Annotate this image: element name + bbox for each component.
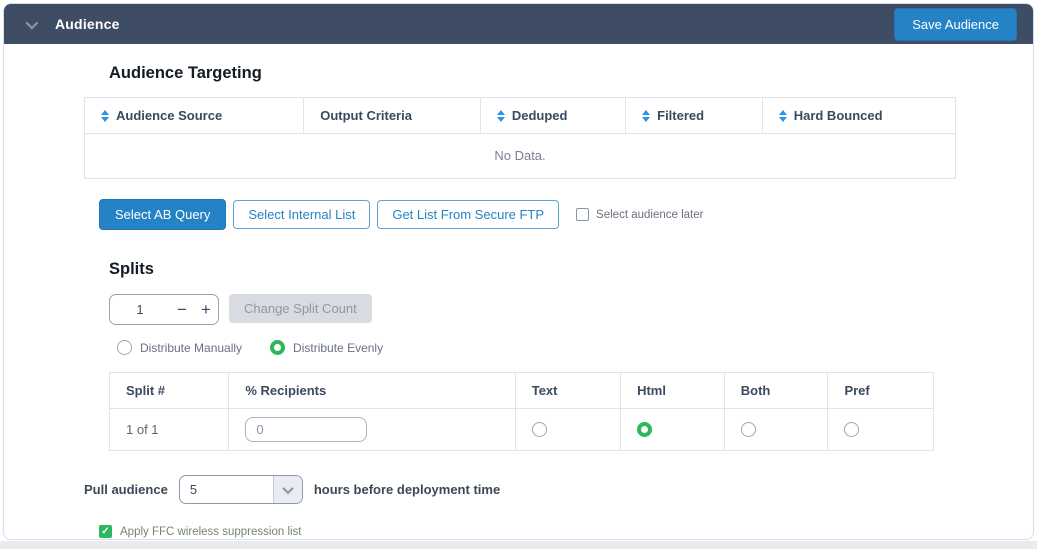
column-header-deduped[interactable]: Deduped <box>481 98 626 133</box>
recipients-cell <box>229 409 515 450</box>
format-both-cell <box>725 409 829 450</box>
sort-icon[interactable] <box>497 110 505 122</box>
split-number-cell: 1 of 1 <box>110 409 229 450</box>
column-header-text: Text <box>516 373 621 408</box>
column-header-both: Both <box>725 373 829 408</box>
table-header-row: Audience Source Output Criteria Deduped … <box>85 98 955 134</box>
select-audience-later-checkbox[interactable] <box>576 208 589 221</box>
pull-audience-hours-select[interactable]: 5 <box>179 475 303 504</box>
sort-icon[interactable] <box>101 110 109 122</box>
distribute-evenly-option[interactable]: Distribute Evenly <box>270 340 383 355</box>
html-format-radio-checked[interactable] <box>637 422 652 437</box>
audience-actions-row: Select AB Query Select Internal List Get… <box>99 199 953 230</box>
decrement-button[interactable]: − <box>170 301 194 318</box>
suppression-options: ✓ Apply FFC wireless suppression list ✓ … <box>99 525 953 540</box>
both-format-radio[interactable] <box>741 422 756 437</box>
split-count-value[interactable]: 1 <box>110 302 170 317</box>
distribute-manually-option[interactable]: Distribute Manually <box>117 340 242 355</box>
splits-table: Split # % Recipients Text Html Both Pref… <box>109 372 934 451</box>
splits-heading: Splits <box>109 260 953 279</box>
panel-title: Audience <box>55 16 120 32</box>
page: Audience Save Audience Audience Targetin… <box>0 0 1037 549</box>
panel-header: Audience Save Audience <box>4 4 1033 44</box>
column-label: Filtered <box>657 108 704 123</box>
column-label: Audience Source <box>116 108 222 123</box>
collapse-chevron-icon[interactable] <box>26 16 39 29</box>
format-html-cell <box>621 409 725 450</box>
get-list-secure-ftp-button[interactable]: Get List From Secure FTP <box>377 200 559 229</box>
pull-audience-label: Pull audience <box>84 482 168 497</box>
audience-targeting-heading: Audience Targeting <box>109 64 953 83</box>
sort-icon[interactable] <box>642 110 650 122</box>
hours-before-deployment-label: hours before deployment time <box>314 482 500 497</box>
column-label: Output Criteria <box>320 108 412 123</box>
column-label: Deduped <box>512 108 568 123</box>
option-label: Apply FFC wireless suppression list <box>120 526 302 538</box>
column-label: Hard Bounced <box>794 108 883 123</box>
select-audience-later-option: Select audience later <box>576 208 703 221</box>
radio-label: Distribute Manually <box>140 341 242 355</box>
pull-audience-row: Pull audience 5 hours before deployment … <box>84 475 953 504</box>
save-audience-button[interactable]: Save Audience <box>894 8 1017 41</box>
column-header-recipients: % Recipients <box>229 373 515 408</box>
split-count-row: 1 − + Change Split Count <box>109 294 953 325</box>
column-header-html: Html <box>621 373 725 408</box>
splits-table-row: 1 of 1 <box>110 409 933 450</box>
increment-button[interactable]: + <box>194 301 218 318</box>
audience-panel: Audience Save Audience Audience Targetin… <box>3 3 1034 540</box>
format-text-cell <box>516 409 621 450</box>
column-header-hard-bounced[interactable]: Hard Bounced <box>763 98 955 133</box>
column-header-output-criteria: Output Criteria <box>304 98 481 133</box>
split-count-stepper: 1 − + <box>109 294 219 325</box>
column-header-split-number: Split # <box>110 373 229 408</box>
table-empty-message: No Data. <box>85 134 955 178</box>
format-pref-cell <box>828 409 932 450</box>
ffc-suppression-checkbox-checked[interactable]: ✓ <box>99 525 112 538</box>
select-internal-list-button[interactable]: Select Internal List <box>233 200 370 229</box>
sort-icon[interactable] <box>779 110 787 122</box>
distribution-radio-group: Distribute Manually Distribute Evenly <box>117 340 953 355</box>
panel-body: Audience Targeting Audience Source Outpu… <box>4 44 1033 540</box>
column-header-audience-source[interactable]: Audience Source <box>85 98 304 133</box>
select-ab-query-button[interactable]: Select AB Query <box>99 199 226 230</box>
selected-hours-value: 5 <box>180 482 273 497</box>
recipients-percent-input[interactable] <box>245 417 367 442</box>
text-format-radio[interactable] <box>532 422 547 437</box>
pref-format-radio[interactable] <box>844 422 859 437</box>
change-split-count-button[interactable]: Change Split Count <box>229 294 372 323</box>
select-audience-later-label: Select audience later <box>596 209 703 221</box>
radio-icon-checked[interactable] <box>270 340 285 355</box>
ffc-wireless-suppression-option: ✓ Apply FFC wireless suppression list <box>99 525 953 538</box>
column-header-filtered[interactable]: Filtered <box>626 98 763 133</box>
audience-targeting-table: Audience Source Output Criteria Deduped … <box>84 97 956 179</box>
splits-table-header: Split # % Recipients Text Html Both Pref <box>110 373 933 409</box>
radio-label: Distribute Evenly <box>293 341 383 355</box>
chevron-down-icon <box>282 482 293 493</box>
column-header-pref: Pref <box>828 373 932 408</box>
radio-icon[interactable] <box>117 340 132 355</box>
select-caret-box[interactable] <box>273 476 302 503</box>
